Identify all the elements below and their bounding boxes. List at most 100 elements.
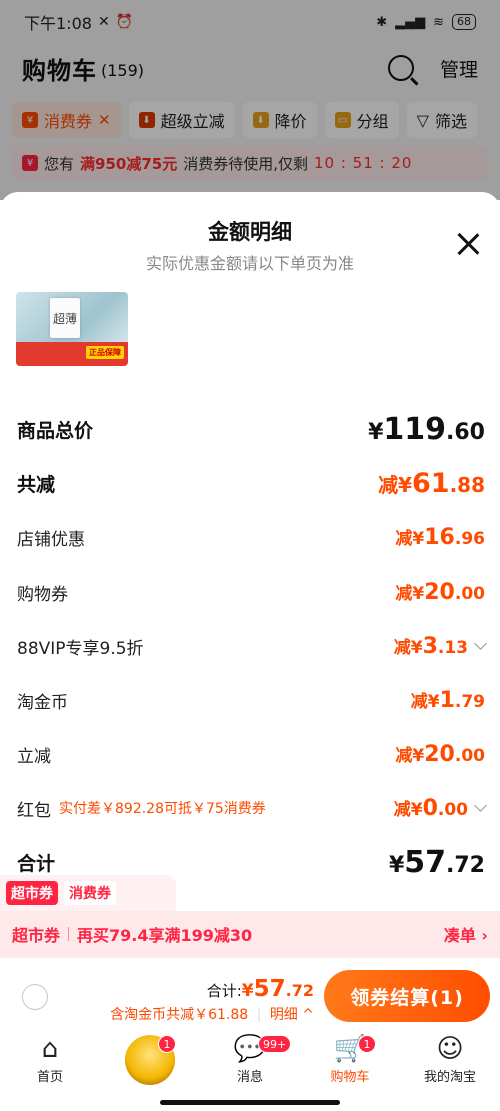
tab-cart[interactable]: 🛒 1 购物车 xyxy=(300,1033,400,1093)
tab-home[interactable]: ⌂ 首页 xyxy=(0,1033,100,1093)
chevron-down-icon[interactable] xyxy=(474,636,487,650)
row-label: 红包 xyxy=(17,800,51,821)
value-dec: .96 xyxy=(454,529,485,549)
select-all-radio[interactable] xyxy=(22,984,48,1010)
detail-toggle[interactable]: 明细 xyxy=(270,1007,298,1023)
total-int: 57 xyxy=(253,976,286,1002)
value-dec: .00 xyxy=(454,584,485,604)
tab-label: 消息 xyxy=(236,1070,263,1085)
value-prefix: 减¥ xyxy=(395,746,425,766)
value-int: 20 xyxy=(424,580,455,605)
row-label: 立减 xyxy=(17,746,51,767)
sheet-subtitle: 实际优惠金额请以下单页为准 xyxy=(145,254,354,273)
row-label: 88VIP专享9.5折 xyxy=(17,638,144,659)
chevron-down-icon[interactable] xyxy=(474,798,487,812)
row-value: 减¥ 20.00 xyxy=(395,579,485,605)
row-value: 减¥ 3.13 xyxy=(394,633,468,659)
tab-consumer-coupon[interactable]: 消费券 xyxy=(64,881,116,905)
value-prefix: 减¥ xyxy=(378,472,412,497)
value-int: 16 xyxy=(424,525,455,550)
value-dec: .00 xyxy=(437,800,468,820)
value-dec: .79 xyxy=(454,692,485,712)
row-shopping-coupon: 购物券 减¥ 20.00 xyxy=(17,577,485,607)
row-label: 店铺优惠 xyxy=(17,529,85,550)
row-label: 淘金币 xyxy=(17,692,68,713)
chevron-right-icon: › xyxy=(481,926,488,945)
checkout-bar: 合计: ¥57.72 含淘金币共减￥61.88 | 明细 ^ 领券结算(1) xyxy=(0,957,500,1033)
value-prefix: 减¥ xyxy=(395,529,425,549)
red-packet-hint: 实付差￥892.28可抵￥75消费券 xyxy=(59,801,266,817)
tab-label: 购物车 xyxy=(330,1070,370,1085)
value-prefix: ¥ xyxy=(368,419,384,445)
checkout-subtext[interactable]: 含淘金币共减￥61.88 | 明细 ^ xyxy=(110,1004,314,1024)
separator: | xyxy=(256,1007,262,1023)
row-value: 减¥ 61.88 xyxy=(378,468,485,499)
row-store-discount: 店铺优惠 减¥ 16.96 xyxy=(17,522,485,552)
add-items-link[interactable]: 凑单 › xyxy=(444,922,488,946)
total-label: 合计: xyxy=(206,982,242,1000)
row-value: 减¥ 20.00 xyxy=(395,741,485,767)
row-value: 减¥ 0.00 xyxy=(394,795,468,821)
product-thumbnail[interactable]: 超薄 正品保障 xyxy=(16,292,128,366)
value-int: 61 xyxy=(411,467,450,499)
total-amount: ¥57.72 xyxy=(242,976,314,1002)
tab-messages[interactable]: 💬 99+ 消息 xyxy=(200,1033,300,1093)
value-dec: .13 xyxy=(437,638,468,658)
coupon-bar-text: 再买79.4享满199减30 xyxy=(77,926,253,945)
close-icon[interactable] xyxy=(456,232,480,256)
row-88vip-discount[interactable]: 88VIP专享9.5折 减¥ 3.13 xyxy=(17,631,487,661)
value-int: 0 xyxy=(422,796,438,821)
home-indicator[interactable] xyxy=(160,1100,340,1105)
value-prefix: 减¥ xyxy=(395,584,425,604)
value-dec: .88 xyxy=(449,472,485,497)
total-dec: .72 xyxy=(285,981,314,1000)
value-int: 57 xyxy=(404,844,447,880)
checkout-button[interactable]: 领券结算(1) xyxy=(324,970,490,1022)
row-red-packet[interactable]: 红包 实付差￥892.28可抵￥75消费券 减¥ 0.00 xyxy=(17,793,487,823)
bottom-tab-bar: ⌂ 首页 1 💬 99+ 消息 🛒 1 购物车 ☺ 我的淘宝 xyxy=(0,1033,500,1093)
badge: 99+ xyxy=(258,1035,292,1053)
tab-label: 首页 xyxy=(36,1070,63,1085)
value-prefix: 减¥ xyxy=(393,800,423,820)
row-label: 购物券 xyxy=(17,584,68,605)
value-dec: .00 xyxy=(454,746,485,766)
row-label: 商品总价 xyxy=(17,419,94,442)
tab-avatar[interactable]: 1 xyxy=(100,1033,200,1093)
row-total-price: 商品总价 ¥119.60 xyxy=(17,412,485,447)
home-icon: ⌂ xyxy=(41,1034,59,1064)
value-dec: .72 xyxy=(446,852,485,878)
value-int: 3 xyxy=(422,634,438,659)
value-int: 119 xyxy=(383,411,447,447)
add-items-label: 凑单 xyxy=(443,926,476,945)
row-grand-total: 合计 ¥57.72 xyxy=(17,845,485,880)
value-prefix: 减¥ xyxy=(393,638,423,658)
product-package: 超薄 xyxy=(50,298,80,338)
checkout-total: 合计: ¥57.72 xyxy=(207,976,314,1002)
total-prefix: ¥ xyxy=(241,981,254,1001)
tab-supermarket-coupon[interactable]: 超市券 xyxy=(6,881,58,905)
row-instant-discount: 立减 减¥ 20.00 xyxy=(17,739,485,769)
value-prefix: ¥ xyxy=(388,852,405,878)
row-total-discount: 共减 减¥ 61.88 xyxy=(17,468,485,499)
value-int: 1 xyxy=(439,688,455,713)
row-label: 合计 xyxy=(17,852,56,875)
badge: 1 xyxy=(158,1035,176,1053)
row-value: ¥57.72 xyxy=(389,845,485,880)
profile-icon: ☺ xyxy=(436,1034,464,1064)
value-int: 20 xyxy=(424,742,455,767)
row-value: 减¥ 16.96 xyxy=(395,524,485,550)
coupon-bar[interactable]: 超市券 再买79.4享满199减30 凑单 › xyxy=(0,911,500,957)
row-label: 共减 xyxy=(17,473,56,496)
authentic-tag: 正品保障 xyxy=(86,346,124,359)
badge: 1 xyxy=(358,1035,376,1053)
tab-label: 我的淘宝 xyxy=(423,1070,476,1085)
dim-overlay[interactable] xyxy=(0,0,500,200)
discount-summary: 含淘金币共减￥61.88 xyxy=(110,1007,249,1023)
row-value: ¥119.60 xyxy=(368,412,485,447)
row-value: 减¥ 1.79 xyxy=(411,687,485,713)
chevron-up-icon[interactable]: ^ xyxy=(302,1007,314,1023)
value-prefix: 减¥ xyxy=(410,692,440,712)
tab-profile[interactable]: ☺ 我的淘宝 xyxy=(400,1033,500,1093)
coupon-bar-label: 超市券 xyxy=(12,926,61,945)
coupon-bar-divider xyxy=(68,927,70,941)
